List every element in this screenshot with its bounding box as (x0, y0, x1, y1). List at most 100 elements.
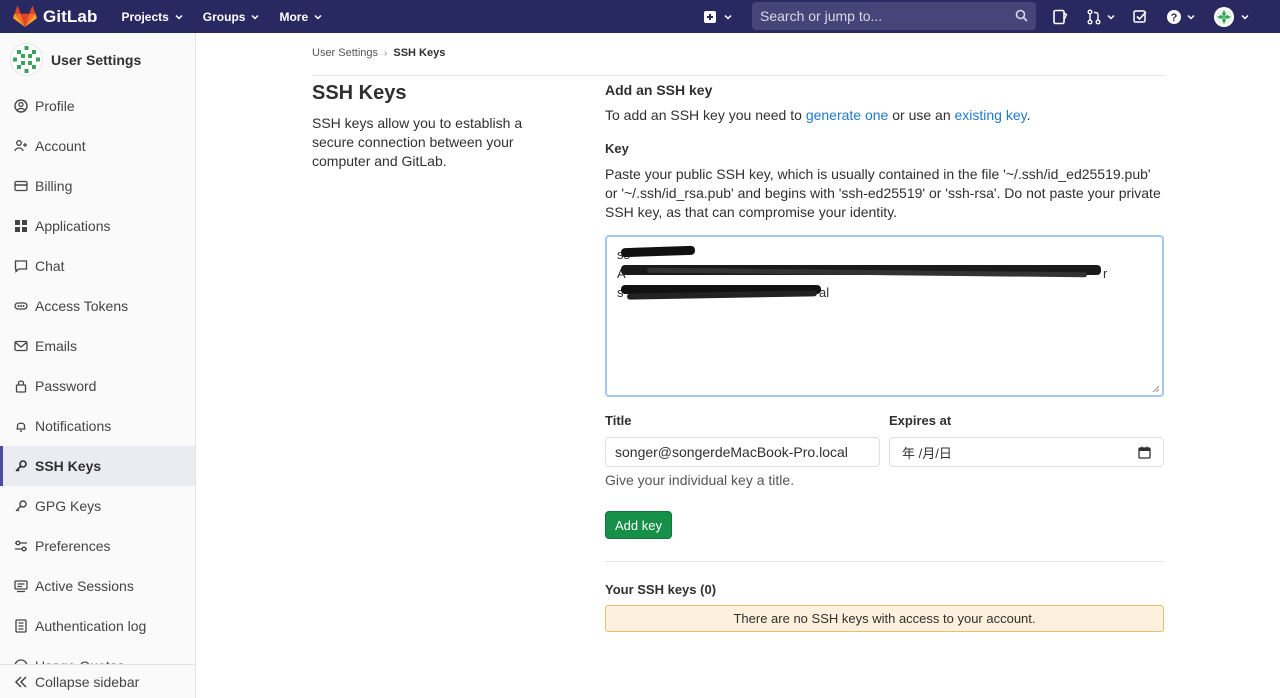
sidebar-item-label: Applications (35, 218, 111, 234)
sidebar-item-label: Chat (35, 258, 65, 274)
sidebar-item-label: Account (35, 138, 86, 154)
gitlab-logo-icon (13, 5, 37, 27)
add-ssh-key-intro: To add an SSH key you need to generate o… (605, 107, 1031, 123)
page-description: SSH keys allow you to establish a secure… (312, 115, 523, 169)
plus-square-icon (704, 10, 716, 23)
comment-icon (14, 259, 28, 273)
nav-projects-dropdown[interactable]: Projects (121, 9, 183, 24)
monitor-icon (14, 579, 28, 593)
sidebar-item-access-tokens[interactable]: Access Tokens (0, 286, 195, 326)
help-icon: ? (1167, 9, 1181, 24)
sidebar-item-preferences[interactable]: Preferences (0, 526, 195, 566)
search-input[interactable]: Search or jump to... (752, 2, 1036, 30)
credit-card-icon (14, 179, 28, 193)
nav-groups-dropdown[interactable]: Groups (203, 10, 260, 24)
log-icon (14, 619, 28, 633)
expires-at-date-input[interactable]: 年 /月/日 (889, 437, 1164, 467)
sidebar-item-label: Emails (35, 338, 78, 354)
new-item-dropdown[interactable] (703, 10, 733, 24)
svg-text:?: ? (1171, 12, 1178, 24)
double-chevron-left-icon (14, 675, 27, 688)
key-line-end-fragment: r (1103, 266, 1108, 281)
nav-projects-label: Projects (121, 9, 169, 24)
breadcrumb-separator: › (384, 47, 388, 59)
chevron-down-icon (724, 14, 732, 20)
todo-icon[interactable] (1132, 9, 1148, 25)
chevron-down-icon (251, 14, 259, 20)
issues-icon[interactable] (1052, 9, 1068, 25)
settings-sidebar: User Settings Profile Account Billing Ap… (0, 33, 196, 698)
sidebar-item-applications[interactable]: Applications (0, 206, 195, 246)
search-placeholder: Search or jump to... (760, 8, 883, 24)
mail-icon (14, 339, 28, 353)
account-icon (14, 139, 28, 153)
existing-key-link[interactable]: existing key (955, 107, 1027, 123)
breadcrumb: User Settings › SSH Keys (312, 47, 445, 59)
sidebar-item-gpg-keys[interactable]: GPG Keys (0, 486, 195, 526)
resize-handle-icon[interactable] (1152, 385, 1160, 393)
sidebar-item-notifications[interactable]: Notifications (0, 406, 195, 446)
user-menu-dropdown[interactable] (1214, 6, 1250, 27)
breadcrumb-user-settings[interactable]: User Settings (312, 47, 378, 59)
page-title: SSH Keys (312, 82, 407, 104)
generate-one-link[interactable]: generate one (806, 107, 889, 123)
avatar (10, 43, 43, 76)
add-ssh-key-heading: Add an SSH key (605, 82, 713, 98)
expires-at-placeholder: 年 /月/日 (902, 445, 952, 461)
sidebar-item-label: GPG Keys (35, 498, 102, 514)
expires-at-label: Expires at (889, 413, 952, 428)
sidebar-item-chat[interactable]: Chat (0, 246, 195, 286)
chevron-down-icon (1187, 14, 1195, 20)
avatar (1214, 6, 1234, 27)
key-line: ss (617, 245, 1152, 264)
help-dropdown[interactable]: ? (1166, 9, 1196, 25)
sidebar-item-label: Preferences (35, 538, 111, 554)
sidebar-item-ssh-keys[interactable]: SSH Keys (0, 446, 195, 486)
key-textarea[interactable]: ss A s r al (605, 235, 1164, 397)
title-label: Title (605, 413, 632, 428)
nav-groups-label: Groups (202, 9, 246, 24)
key-help-text: Paste your public SSH key, which is usua… (605, 166, 1161, 220)
key-line-end-fragment: al (819, 285, 830, 300)
sidebar-item-account[interactable]: Account (0, 126, 195, 166)
sidebar-item-label: Access Tokens (35, 298, 129, 314)
calendar-icon[interactable] (1138, 446, 1151, 459)
sidebar-item-label: Active Sessions (35, 578, 134, 594)
sidebar-item-authentication-log[interactable]: Authentication log (0, 606, 195, 646)
sidebar-title: User Settings (51, 51, 142, 68)
sidebar-header[interactable]: User Settings (10, 43, 141, 76)
sidebar-item-label: Profile (35, 98, 75, 114)
sidebar-item-emails[interactable]: Emails (0, 326, 195, 366)
key-label: Key (605, 141, 629, 156)
merge-request-icon (1087, 9, 1101, 24)
intro-text-middle: or use an (888, 107, 955, 123)
sidebar-item-password[interactable]: Password (0, 366, 195, 406)
intro-text-prefix: To add an SSH key you need to (605, 107, 806, 123)
chevron-down-icon (1107, 14, 1115, 20)
sidebar-item-label: SSH Keys (35, 458, 102, 474)
sidebar-item-billing[interactable]: Billing (0, 166, 195, 206)
gitlab-home-link[interactable]: GitLab (13, 0, 97, 33)
top-navbar: GitLab Projects Groups More Search or ju… (0, 0, 1280, 33)
sidebar-item-active-sessions[interactable]: Active Sessions (0, 566, 195, 606)
add-key-button[interactable]: Add key (605, 511, 672, 539)
profile-icon (14, 99, 28, 113)
empty-keys-message: There are no SSH keys with access to you… (605, 605, 1164, 632)
chevron-down-icon (175, 14, 183, 20)
sidebar-item-profile[interactable]: Profile (0, 86, 195, 126)
nav-more-dropdown[interactable]: More (279, 10, 322, 24)
merge-requests-dropdown[interactable] (1086, 9, 1116, 25)
preferences-icon (14, 539, 28, 553)
title-input-value: songer@songerdeMacBook-Pro.local (615, 444, 848, 460)
token-icon (14, 299, 28, 313)
sidebar-item-label: Billing (35, 178, 73, 194)
section-divider (605, 561, 1164, 562)
sidebar-item-label: Password (35, 378, 97, 394)
title-input[interactable]: songer@songerdeMacBook-Pro.local (605, 437, 880, 467)
collapse-sidebar-button[interactable]: Collapse sidebar (0, 664, 195, 698)
empty-keys-text: There are no SSH keys with access to you… (733, 611, 1036, 626)
key-icon (14, 499, 28, 513)
search-icon (1015, 9, 1028, 22)
breadcrumb-current[interactable]: SSH Keys (393, 47, 445, 59)
collapse-sidebar-label: Collapse sidebar (35, 673, 140, 690)
